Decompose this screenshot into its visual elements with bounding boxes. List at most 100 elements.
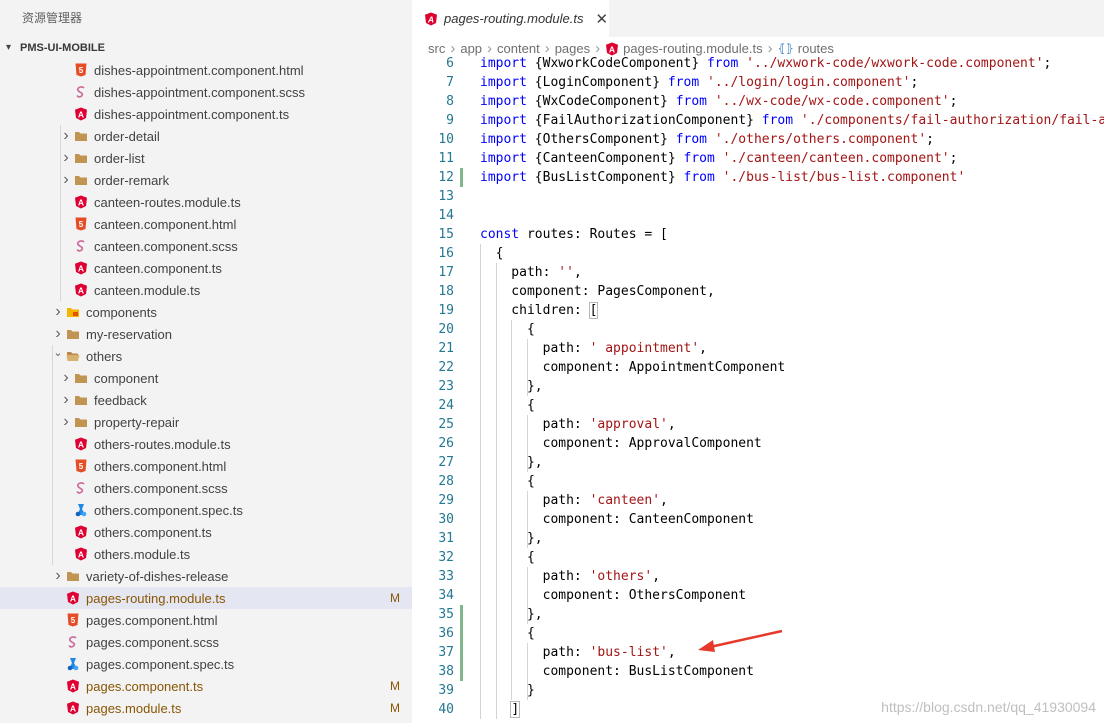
tree-item[interactable]: ›Aothers.component.ts: [0, 521, 412, 543]
svg-text:A: A: [78, 285, 84, 295]
folder-icon: [74, 415, 88, 429]
angular-icon: A: [74, 525, 88, 539]
svg-text:A: A: [70, 703, 76, 713]
tree-item-label: pages-routing.module.ts: [86, 590, 226, 606]
tree-item-label: pages.component.scss: [86, 634, 219, 650]
angular-icon: A: [74, 107, 88, 121]
chevron-right-icon[interactable]: ›: [50, 302, 66, 322]
scss-icon: [66, 635, 80, 649]
folder-icon: [74, 393, 88, 407]
tree-item-label: order-remark: [94, 172, 170, 188]
tree-item[interactable]: ›Apages-routing.module.tsM: [0, 587, 412, 609]
tree-item[interactable]: ›Aothers.module.ts: [0, 543, 412, 565]
tree-item-label: others.module.ts: [94, 546, 191, 562]
svg-text:5: 5: [79, 220, 84, 229]
tree-indent-guide: [60, 125, 61, 301]
tree-item[interactable]: ›dishes-appointment.component.scss: [0, 81, 412, 103]
tree-item[interactable]: ›5canteen.component.html: [0, 213, 412, 235]
tree-item[interactable]: › components: [0, 301, 412, 323]
tree-item-label: feedback: [94, 392, 147, 408]
tree-item[interactable]: › feedback: [0, 389, 412, 411]
tree-item-label: dishes-appointment.component.html: [94, 62, 304, 78]
tree-item-label: others.component.scss: [94, 480, 228, 496]
tree-item-label: canteen.module.ts: [94, 282, 201, 298]
tree-item-label: property-repair: [94, 414, 180, 430]
tree-item-label: order-list: [94, 150, 145, 166]
git-modified-badge: M: [390, 701, 400, 715]
svg-text:A: A: [78, 263, 84, 273]
chevron-right-icon[interactable]: ›: [58, 390, 74, 410]
tree-item[interactable]: ⌄ others: [0, 345, 412, 367]
tree-item[interactable]: › variety-of-dishes-release: [0, 565, 412, 587]
tree-item[interactable]: ⌄...: [0, 719, 412, 723]
folder-icon: [74, 371, 88, 385]
tree-item[interactable]: ›Acanteen-routes.module.ts: [0, 191, 412, 213]
chevron-right-icon[interactable]: ›: [50, 566, 66, 586]
svg-text:A: A: [78, 549, 84, 559]
tree-item-label: pages.component.html: [86, 612, 218, 628]
html-icon: 5: [74, 217, 88, 231]
tree-item[interactable]: ›pages.component.spec.ts: [0, 653, 412, 675]
tree-item[interactable]: ›others.component.spec.ts: [0, 499, 412, 521]
html-icon: 5: [74, 459, 88, 473]
tree-item-label: order-detail: [94, 128, 160, 144]
folder-open-icon: [66, 349, 80, 363]
html-icon: 5: [74, 63, 88, 77]
scss-icon: [74, 239, 88, 253]
tree-item-label: variety-of-dishes-release: [86, 568, 229, 584]
git-modified-badge: M: [390, 679, 400, 693]
watermark: https://blog.csdn.net/qq_41930094: [881, 699, 1096, 715]
tree-indent-guide: [52, 345, 53, 565]
tree-item-label: dishes-appointment.component.ts: [94, 106, 290, 122]
tree-item[interactable]: › my-reservation: [0, 323, 412, 345]
chevron-right-icon[interactable]: ›: [58, 368, 74, 388]
angular-icon: A: [66, 701, 80, 715]
folder-icon: [74, 173, 88, 187]
scss-icon: [74, 85, 88, 99]
tree-item-label: components: [86, 304, 157, 320]
spec-icon: [66, 657, 80, 671]
tree-item[interactable]: ›Acanteen.component.ts: [0, 257, 412, 279]
angular-icon: A: [66, 679, 80, 693]
tree-item-label: canteen.component.ts: [94, 260, 222, 276]
tree-item[interactable]: ›5others.component.html: [0, 455, 412, 477]
tree-item[interactable]: ›Apages.module.tsM: [0, 697, 412, 719]
svg-text:A: A: [78, 109, 84, 119]
html-icon: 5: [66, 613, 80, 627]
angular-icon: A: [74, 195, 88, 209]
angular-icon: A: [74, 547, 88, 561]
tree-item-label: pages.component.spec.ts: [86, 656, 235, 672]
svg-text:5: 5: [71, 616, 76, 625]
svg-text:A: A: [78, 527, 84, 537]
tree-item-label: canteen.component.scss: [94, 238, 238, 254]
tree-item[interactable]: › order-list: [0, 147, 412, 169]
tree-item[interactable]: ›others.component.scss: [0, 477, 412, 499]
tree-item[interactable]: › order-remark: [0, 169, 412, 191]
svg-text:A: A: [70, 681, 76, 691]
folder-icon: [66, 327, 80, 341]
tree-item[interactable]: ›pages.component.scss: [0, 631, 412, 653]
tree-item-label: dishes-appointment.component.scss: [94, 84, 306, 100]
tree-item[interactable]: ›Aothers-routes.module.ts: [0, 433, 412, 455]
tree-item[interactable]: › order-detail: [0, 125, 412, 147]
tree-item[interactable]: › property-repair: [0, 411, 412, 433]
workspace-name: PMS-UI-MOBILE: [20, 42, 105, 54]
tree-item-label: pages.component.ts: [86, 678, 204, 694]
tree-item[interactable]: ›Adishes-appointment.component.ts: [0, 103, 412, 125]
svg-text:A: A: [78, 197, 84, 207]
angular-icon: A: [74, 283, 88, 297]
tree-item[interactable]: ›5pages.component.html: [0, 609, 412, 631]
tree-item[interactable]: ›canteen.component.scss: [0, 235, 412, 257]
workspace-section-header[interactable]: ▾ PMS-UI-MOBILE: [0, 37, 412, 59]
tree-item-label: others.component.spec.ts: [94, 502, 243, 518]
editor-pane: A pages-routing.module.ts ✕ src › app › cont…: [412, 0, 1104, 723]
chevron-right-icon[interactable]: ›: [50, 324, 66, 344]
git-modified-badge: M: [390, 591, 400, 605]
tree-item[interactable]: ›Apages.component.tsM: [0, 675, 412, 697]
tree-item[interactable]: ›Acanteen.module.ts: [0, 279, 412, 301]
tree-item[interactable]: › component: [0, 367, 412, 389]
tree-item[interactable]: ›5dishes-appointment.component.html: [0, 59, 412, 81]
chevron-right-icon[interactable]: ›: [58, 412, 74, 432]
explorer-sidebar: 资源管理器 ▾ PMS-UI-MOBILE › 5 dishes-appointme…: [0, 0, 412, 723]
svg-text:5: 5: [79, 66, 84, 75]
